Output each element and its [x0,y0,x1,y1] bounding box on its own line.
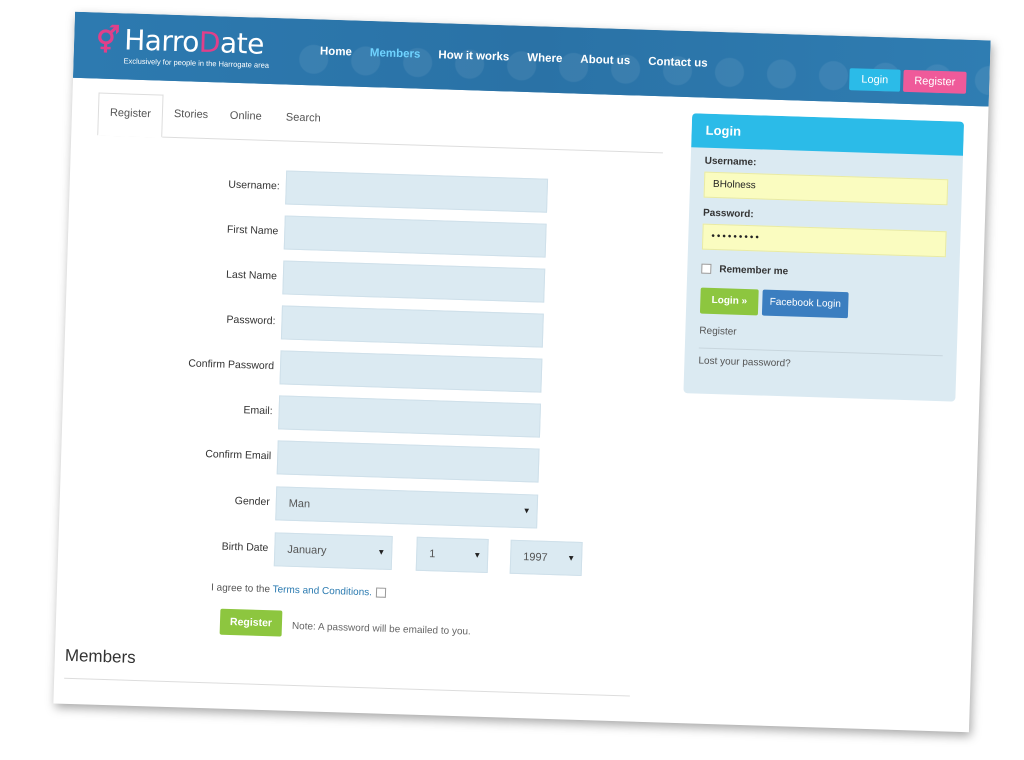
form-row-username: Username: [109,165,570,215]
birth-day-select[interactable]: 1 ▼ [415,536,489,574]
terms-checkbox[interactable] [375,587,387,599]
chevron-down-icon: ▼ [473,550,482,560]
login-register-link[interactable]: Register [699,326,737,338]
login-divider [698,347,943,357]
header-register-button[interactable]: Register [902,69,967,94]
facebook-login-button[interactable]: Facebook Login [761,289,849,319]
gender-value: Man [288,497,311,511]
birth-year-select[interactable]: 1997 ▼ [509,539,583,576]
email-label: Email: [243,404,273,418]
birth-day-value: 1 [429,548,436,561]
form-row-birth-date: Birth Date January ▼ 1 ▼ 1997 ▼ [98,527,619,579]
register-submit-button[interactable]: Register [219,608,283,637]
tab-stories[interactable]: Stories [173,95,209,137]
agree-text: I agree to the [210,582,273,596]
form-row-gender: Gender Man ▼ [99,481,560,531]
password-label: Password: [226,313,276,328]
form-row-confirm-email: Confirm Email [101,435,562,485]
form-row-confirm-password: Confirm Password [104,345,565,395]
logo-wordmark: HarroDate [123,23,265,61]
first-name-label: First Name [226,223,279,238]
form-row-last-name: Last Name [106,255,567,305]
header-login-button[interactable]: Login [849,68,901,92]
screenshot-stage: ⚥ HarroDate Exclusively for people in th… [0,0,1024,760]
logo-gender-icon: ⚥ [95,24,121,56]
login-submit-button[interactable]: Login » [699,287,759,316]
birth-month-value: January [287,543,327,557]
confirm-password-label: Confirm Password [188,357,275,373]
password-input[interactable] [280,305,544,348]
last-name-input[interactable] [282,260,546,303]
remember-me-label: Remember me [719,264,789,278]
confirm-email-label: Confirm Email [205,448,272,463]
confirm-email-input[interactable] [276,440,540,483]
birth-date-label: Birth Date [221,540,269,555]
email-input[interactable] [278,395,542,438]
tab-search[interactable]: Search [285,98,321,140]
confirm-password-input[interactable] [279,350,543,393]
chevron-down-icon: ▼ [377,547,386,557]
chevron-down-icon: ▼ [567,553,576,563]
nav-how-it-works[interactable]: How it works [438,49,509,63]
terms-agreement: I agree to the Terms and Conditions. [210,582,387,599]
remember-me[interactable]: Remember me [701,263,789,278]
form-row-password: Password: [105,300,566,350]
first-name-input[interactable] [283,215,547,258]
terms-link[interactable]: Terms and Conditions. [272,584,372,598]
nav-contact-us[interactable]: Contact us [648,56,708,70]
gender-select[interactable]: Man ▼ [275,486,539,529]
login-username-input[interactable]: BHolness [703,171,949,206]
tab-register[interactable]: Register [97,92,164,138]
login-panel-title: Login [691,113,965,156]
form-row-email: Email: [102,390,563,440]
password-note: Note: A password will be emailed to you. [291,620,471,638]
remember-me-checkbox[interactable] [701,263,712,275]
chevron-down-icon: ▼ [522,506,531,516]
gender-label: Gender [234,495,270,509]
tab-online[interactable]: Online [229,97,262,139]
nav-members[interactable]: Members [370,47,421,61]
login-password-input[interactable]: ••••••••• [701,223,947,258]
members-heading: Members [64,645,136,668]
form-row-first-name: First Name [108,210,569,260]
nav-home[interactable]: Home [320,45,352,58]
login-username-label: Username: [704,155,757,169]
site-logo[interactable]: ⚥ HarroDate Exclusively for people in th… [95,22,276,72]
lost-password-link[interactable]: Lost your password? [698,356,791,370]
last-name-label: Last Name [225,268,278,283]
username-label: Username: [228,178,280,193]
login-password-label: Password: [702,207,754,221]
birth-month-select[interactable]: January ▼ [273,532,393,571]
nav-where[interactable]: Where [527,52,563,65]
nav-about-us[interactable]: About us [580,54,630,68]
site-header: ⚥ HarroDate Exclusively for people in th… [73,11,991,107]
username-input[interactable] [285,170,549,213]
login-panel: Login Username: BHolness Password: •••••… [683,113,965,402]
content-tabs: Register Stories Online Search [97,92,665,154]
birth-year-value: 1997 [522,551,548,564]
web-page: ⚥ HarroDate Exclusively for people in th… [53,11,991,733]
members-divider [64,677,630,697]
